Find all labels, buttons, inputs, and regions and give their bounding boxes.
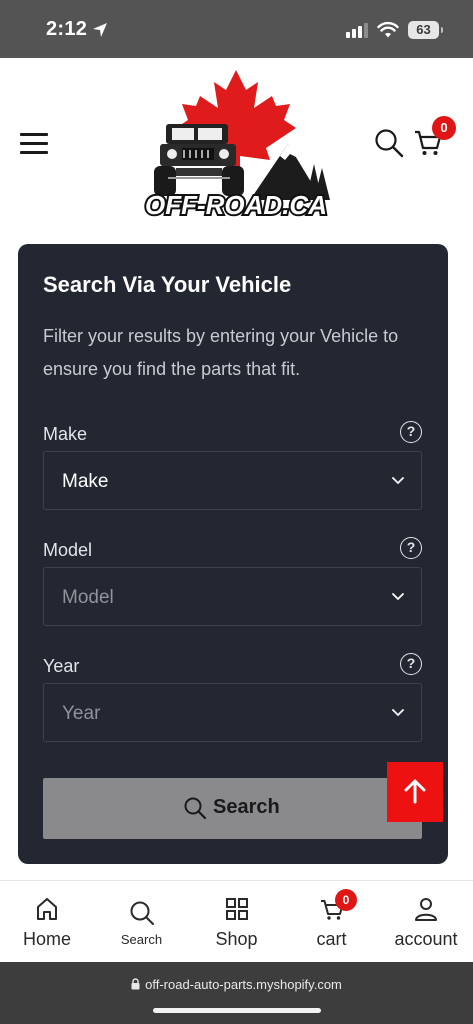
card-description: Filter your results by entering your Veh… bbox=[43, 326, 399, 379]
battery-tip bbox=[441, 27, 443, 33]
cellular-signal-icon bbox=[346, 23, 368, 38]
nav-label-home: Home bbox=[22, 929, 71, 949]
wifi-icon bbox=[377, 21, 399, 38]
status-bar: 2:12 63 bbox=[0, 0, 473, 58]
site-logo[interactable]: OFF-ROAD.CA bbox=[138, 68, 334, 218]
search-button-label: Search bbox=[213, 796, 280, 818]
year-select-value: Year bbox=[62, 703, 101, 724]
model-label: Model bbox=[43, 540, 93, 560]
make-label: Make bbox=[43, 424, 88, 444]
nav-label-search: Search bbox=[120, 932, 163, 947]
bottom-nav: Home Search Shop 0 cart account bbox=[0, 880, 473, 962]
model-select-value: Model bbox=[62, 587, 114, 608]
menu-icon[interactable] bbox=[20, 131, 50, 155]
model-help-icon[interactable]: ? bbox=[400, 537, 422, 559]
chevron-down-icon bbox=[392, 593, 404, 601]
url-text: off-road-auto-parts.myshopify.com bbox=[145, 977, 342, 992]
home-icon bbox=[37, 898, 57, 920]
year-help-icon[interactable]: ? bbox=[400, 653, 422, 675]
battery-indicator: 63 bbox=[408, 21, 439, 39]
make-select-value: Make bbox=[62, 471, 109, 492]
url-display[interactable]: off-road-auto-parts.myshopify.com bbox=[0, 977, 473, 992]
nav-label-shop: Shop bbox=[215, 929, 258, 949]
nav-item-shop[interactable]: Shop bbox=[189, 881, 284, 963]
status-time: 2:12 bbox=[46, 18, 88, 40]
model-select[interactable]: Model bbox=[43, 567, 422, 626]
cart-count-badge: 0 bbox=[432, 116, 456, 140]
nav-item-account[interactable]: account bbox=[379, 881, 473, 963]
arrow-up-icon bbox=[404, 779, 426, 804]
year-label: Year bbox=[43, 656, 80, 676]
site-header: OFF-ROAD.CA 0 bbox=[0, 58, 473, 230]
scroll-to-top-button[interactable] bbox=[387, 762, 443, 822]
nav-label-cart: cart bbox=[316, 929, 347, 949]
nav-item-search[interactable]: Search bbox=[94, 881, 189, 963]
nav-item-home[interactable]: Home bbox=[0, 881, 94, 963]
nav-item-cart[interactable]: 0 cart bbox=[284, 881, 379, 963]
make-help-icon[interactable]: ? bbox=[400, 421, 422, 443]
nav-cart-badge: 0 bbox=[335, 889, 357, 911]
lock-icon bbox=[131, 978, 140, 990]
make-select[interactable]: Make bbox=[43, 451, 422, 510]
home-indicator[interactable] bbox=[153, 1008, 321, 1013]
logo-text: OFF-ROAD.CA bbox=[145, 190, 327, 218]
browser-url-bar[interactable]: off-road-auto-parts.myshopify.com bbox=[0, 962, 473, 1024]
card-title: Search Via Your Vehicle bbox=[43, 272, 292, 297]
search-button[interactable]: Search bbox=[43, 778, 422, 839]
chevron-down-icon bbox=[392, 477, 404, 485]
grid-icon bbox=[225, 898, 248, 920]
location-arrow-icon bbox=[93, 23, 107, 37]
vehicle-search-card: Search Via Your Vehicle Filter your resu… bbox=[18, 244, 448, 864]
user-icon bbox=[415, 898, 437, 921]
search-icon[interactable] bbox=[374, 128, 404, 158]
search-icon bbox=[184, 797, 207, 820]
year-select[interactable]: Year bbox=[43, 683, 422, 742]
nav-label-account: account bbox=[394, 929, 458, 949]
chevron-down-icon bbox=[392, 709, 404, 717]
search-icon bbox=[130, 901, 154, 925]
